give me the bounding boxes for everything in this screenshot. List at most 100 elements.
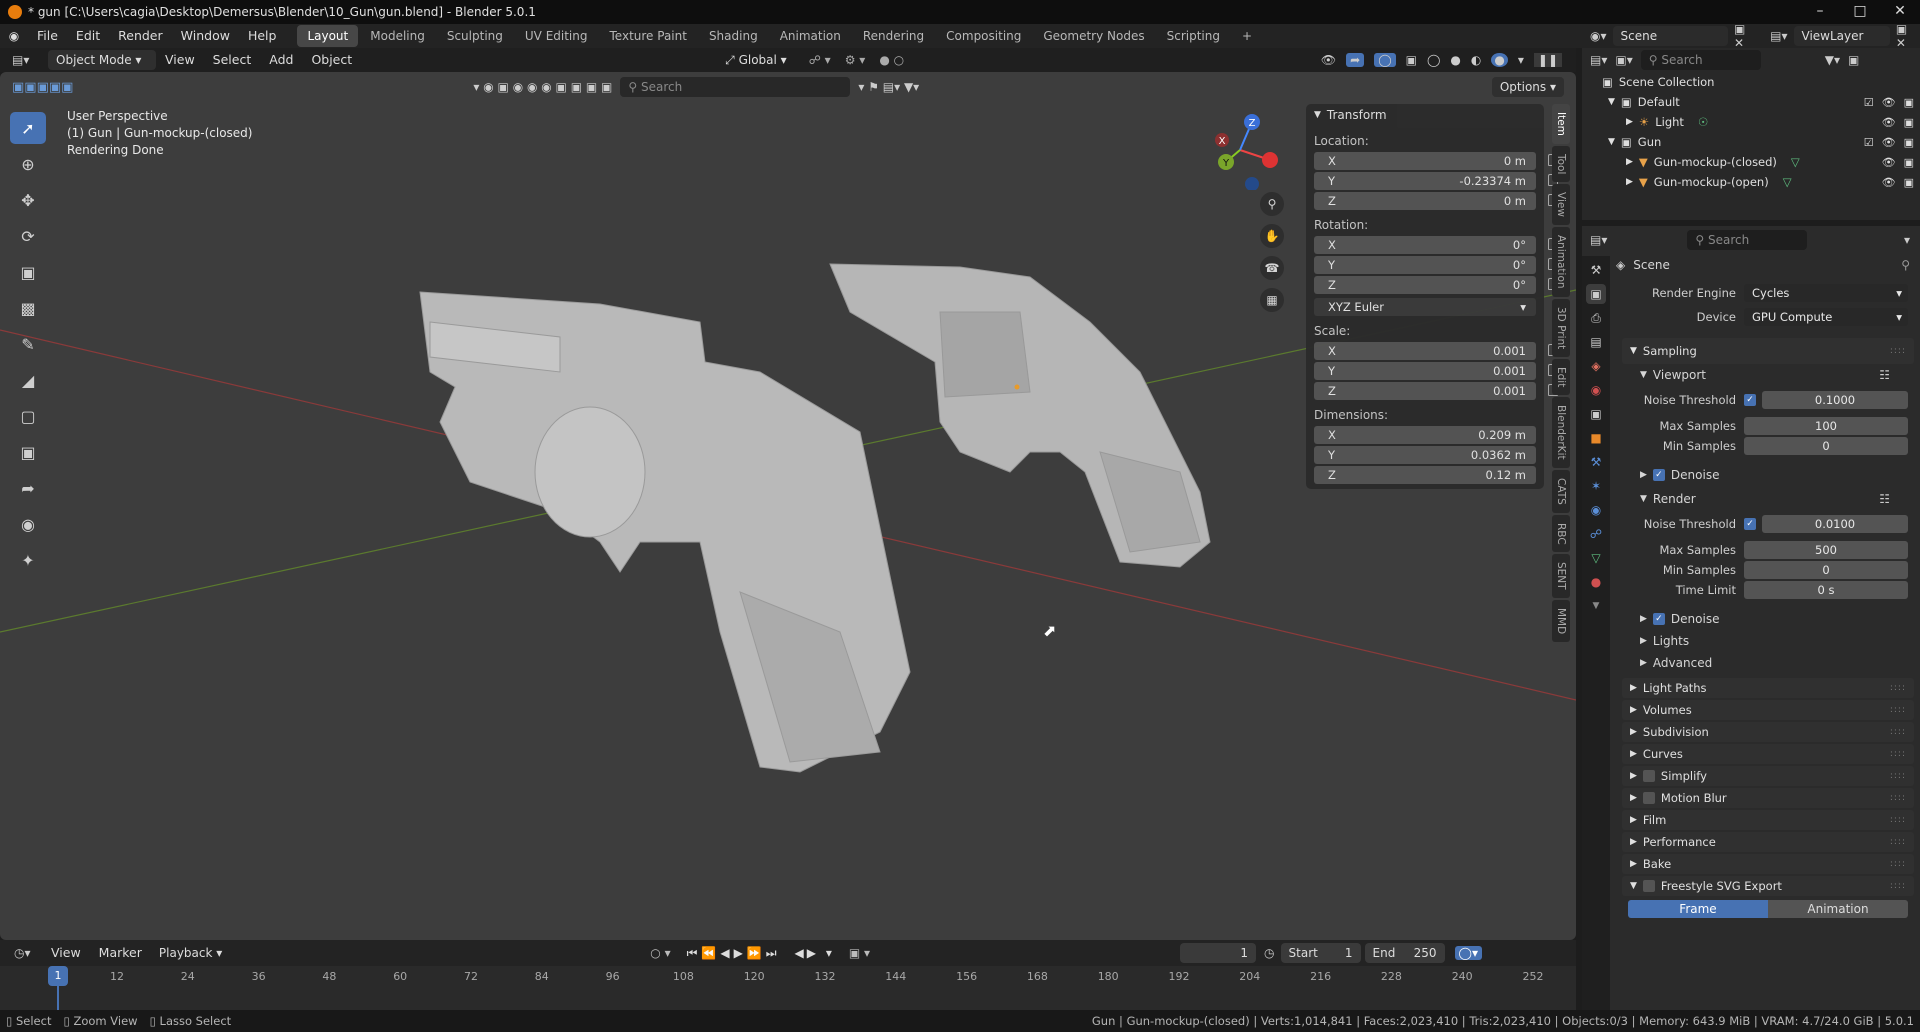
sampling-panel-header[interactable]: ▼ Sampling:::: (1622, 338, 1914, 364)
camera-icon[interactable]: ▣ (1904, 116, 1914, 129)
playback-controls[interactable]: ⏮⏪◀▶⏩⏭ (687, 946, 781, 961)
freestyle-svg-export-panel[interactable]: ▼ Freestyle SVG Export:::: (1622, 876, 1914, 896)
render-subpanel-header[interactable]: ▼ Render ☷ (1640, 488, 1920, 510)
rotation-x-field[interactable]: X 0° (1314, 236, 1558, 254)
render-denoise-subpanel[interactable]: ▶ ✓ Denoise (1640, 608, 1920, 630)
view-layer-name-field[interactable]: ViewLayer (1793, 26, 1890, 46)
frame-tab[interactable]: Frame (1628, 900, 1768, 918)
bake-panel[interactable]: ▶ Bake:::: (1622, 854, 1914, 874)
shading-options-icon[interactable]: ▾ (1518, 53, 1524, 67)
simplify-panel[interactable]: ▶ Simplify:::: (1622, 766, 1914, 786)
record-icon[interactable]: ○ ▾ (650, 946, 670, 960)
timeline[interactable]: 1 12 24 36 48 60 72 84 96 108 120 132 144 156 168 180 19… (0, 966, 1576, 1010)
end-frame-field[interactable]: End 250 (1364, 943, 1445, 963)
viewport-noise-threshold-field[interactable]: 0.1000 (1762, 391, 1908, 409)
constraints-tab-icon[interactable]: ☍ (1586, 524, 1606, 544)
expand-chevron-icon[interactable]: ▶ (1626, 157, 1633, 167)
tab-edit[interactable]: Edit (1552, 359, 1570, 396)
tab-sent[interactable]: SENT (1552, 554, 1570, 598)
material-tab-icon[interactable]: ● (1586, 572, 1606, 592)
tab-3d-print[interactable]: 3D Print (1552, 298, 1570, 358)
simplify-checkbox[interactable] (1642, 770, 1655, 782)
viewport-menu-object[interactable]: Object (302, 48, 361, 72)
transform-orientation-dropdown[interactable]: ⤢ Global ▾ (717, 50, 795, 70)
outliner-row-light[interactable]: ▶ ☀ Light ☉ 👁 ▣ (1582, 112, 1920, 132)
camera-view-icon[interactable]: ☎ (1260, 256, 1284, 280)
dimensions-z-field[interactable]: Z 0.12 m (1314, 466, 1536, 484)
tab-blenderkit[interactable]: BlenderKit (1552, 397, 1570, 468)
outliner-filter-icon[interactable]: ▼▾ (1825, 53, 1840, 67)
keyframe-nav-icons[interactable]: ◀▶ ▾ (795, 946, 835, 960)
expand-chevron-icon[interactable]: ▶ (1626, 117, 1633, 127)
viewport-menu-select[interactable]: Select (204, 48, 261, 72)
outliner-editor-icon[interactable]: ▤▾ (1590, 53, 1607, 67)
particles-tab-icon[interactable]: ✶ (1586, 476, 1606, 496)
tosphere-tool-icon[interactable]: ◉ (10, 508, 46, 540)
workspace-tab-geometry-nodes[interactable]: Geometry Nodes (1033, 25, 1154, 47)
navigation-gizmo[interactable]: Z Y X (1200, 110, 1280, 190)
menu-file[interactable]: File (28, 24, 67, 48)
viewport-max-samples-field[interactable]: 100 (1744, 417, 1908, 435)
light-paths-panel[interactable]: ▶ Light Paths:::: (1622, 678, 1914, 698)
render-engine-dropdown[interactable]: Cycles ▾ (1744, 284, 1908, 302)
tab-tool[interactable]: Tool (1552, 145, 1570, 183)
scale-y-field[interactable]: Y 0.001 (1314, 362, 1558, 380)
collection-tab-icon[interactable]: ▣ (1586, 404, 1606, 424)
outliner-search-input[interactable]: ⚲ Search (1640, 50, 1761, 70)
scene-tab-icon[interactable]: ◈ (1586, 356, 1606, 376)
wireframe-shading-icon[interactable]: ◯ (1427, 53, 1440, 67)
expand-chevron-icon[interactable]: ▼ (1608, 137, 1615, 147)
workspace-tab-texture-paint[interactable]: Texture Paint (600, 25, 697, 47)
render-tab-icon[interactable]: ▣ (1586, 284, 1606, 304)
visibility-icon[interactable]: 👁 (1321, 53, 1336, 67)
render-noise-threshold-field[interactable]: 0.0100 (1762, 515, 1908, 533)
push-pull-tool-icon[interactable]: ✦ (10, 544, 46, 576)
timeline-menu-view[interactable]: View (42, 941, 90, 965)
maximize-icon[interactable]: □ (1840, 0, 1880, 24)
location-x-field[interactable]: X 0 m (1314, 152, 1558, 170)
world-tab-icon[interactable]: ◉ (1586, 380, 1606, 400)
physics-tab-icon[interactable]: ◉ (1586, 500, 1606, 520)
scene-browse-icon[interactable]: ◉▾ (1590, 29, 1607, 43)
blender-menu-icon[interactable]: ◉ (0, 29, 28, 43)
ortho-grid-icon[interactable]: ▦ (1260, 288, 1284, 312)
viewport-search-input[interactable]: ⚲ Search (620, 77, 851, 97)
add-cube-tool-icon[interactable]: ▢ (10, 400, 46, 432)
film-panel[interactable]: ▶ Film:::: (1622, 810, 1914, 830)
workspace-tab-modeling[interactable]: Modeling (360, 25, 435, 47)
current-frame-field[interactable]: 1 (1180, 943, 1257, 963)
pin-icon[interactable]: ⚲ (1901, 258, 1910, 272)
workspace-tab-shading[interactable]: Shading (699, 25, 768, 47)
viewport-menu-add[interactable]: Add (260, 48, 302, 72)
properties-options-icon[interactable]: ▾ (1904, 233, 1910, 247)
workspace-tab-compositing[interactable]: Compositing (936, 25, 1031, 47)
animation-tab[interactable]: Animation (1768, 900, 1908, 918)
proportional-edit-icon[interactable]: ● ○ (879, 53, 904, 67)
auto-keying-icon[interactable]: ▣ ▾ (849, 946, 870, 960)
display-mode-icon[interactable]: ▣▾ (1615, 53, 1632, 67)
scale-x-field[interactable]: X 0.001 (1314, 342, 1558, 360)
new-collection-icon[interactable]: ▣ (1848, 53, 1859, 67)
output-tab-icon[interactable]: ⎙ (1586, 308, 1606, 328)
bookmark-icons[interactable]: ▾ ⚑ ▤▾ ▼▾ (858, 80, 919, 94)
render-max-samples-field[interactable]: 500 (1744, 541, 1908, 559)
render-noise-threshold-checkbox[interactable]: ✓ (1744, 518, 1756, 530)
menu-window[interactable]: Window (172, 24, 239, 48)
workspace-tab-sculpting[interactable]: Sculpting (437, 25, 513, 47)
scale-tool-icon[interactable]: ▣ (10, 256, 46, 288)
snap-icon[interactable]: ⚙ ▾ (845, 53, 866, 67)
tab-rbc[interactable]: RBC (1552, 514, 1570, 553)
properties-editor-icon[interactable]: ▤▾ (1590, 233, 1607, 247)
more-tabs-icon[interactable]: ▼ (1586, 596, 1606, 616)
camera-icon[interactable]: ▣ (1904, 96, 1914, 109)
scale-z-field[interactable]: Z 0.001 (1314, 382, 1558, 400)
modifier-tab-icon[interactable]: ⚒ (1586, 452, 1606, 472)
sidebar-toggle-icon[interactable]: ❚❚ (1533, 53, 1562, 67)
origin-tool-icon[interactable]: ▣ (10, 436, 46, 468)
dimensions-y-field[interactable]: Y 0.0362 m (1314, 446, 1536, 464)
workspace-tab-animation[interactable]: Animation (770, 25, 851, 47)
viewport-subpanel-header[interactable]: ▼ Viewport ☷ (1640, 364, 1920, 386)
outliner-row-gun-mockup-closed[interactable]: ▶ ▼ Gun-mockup-(closed) ▽ 👁 ▣ (1582, 152, 1920, 172)
render-min-samples-field[interactable]: 0 (1744, 561, 1908, 579)
menu-help[interactable]: Help (239, 24, 286, 48)
